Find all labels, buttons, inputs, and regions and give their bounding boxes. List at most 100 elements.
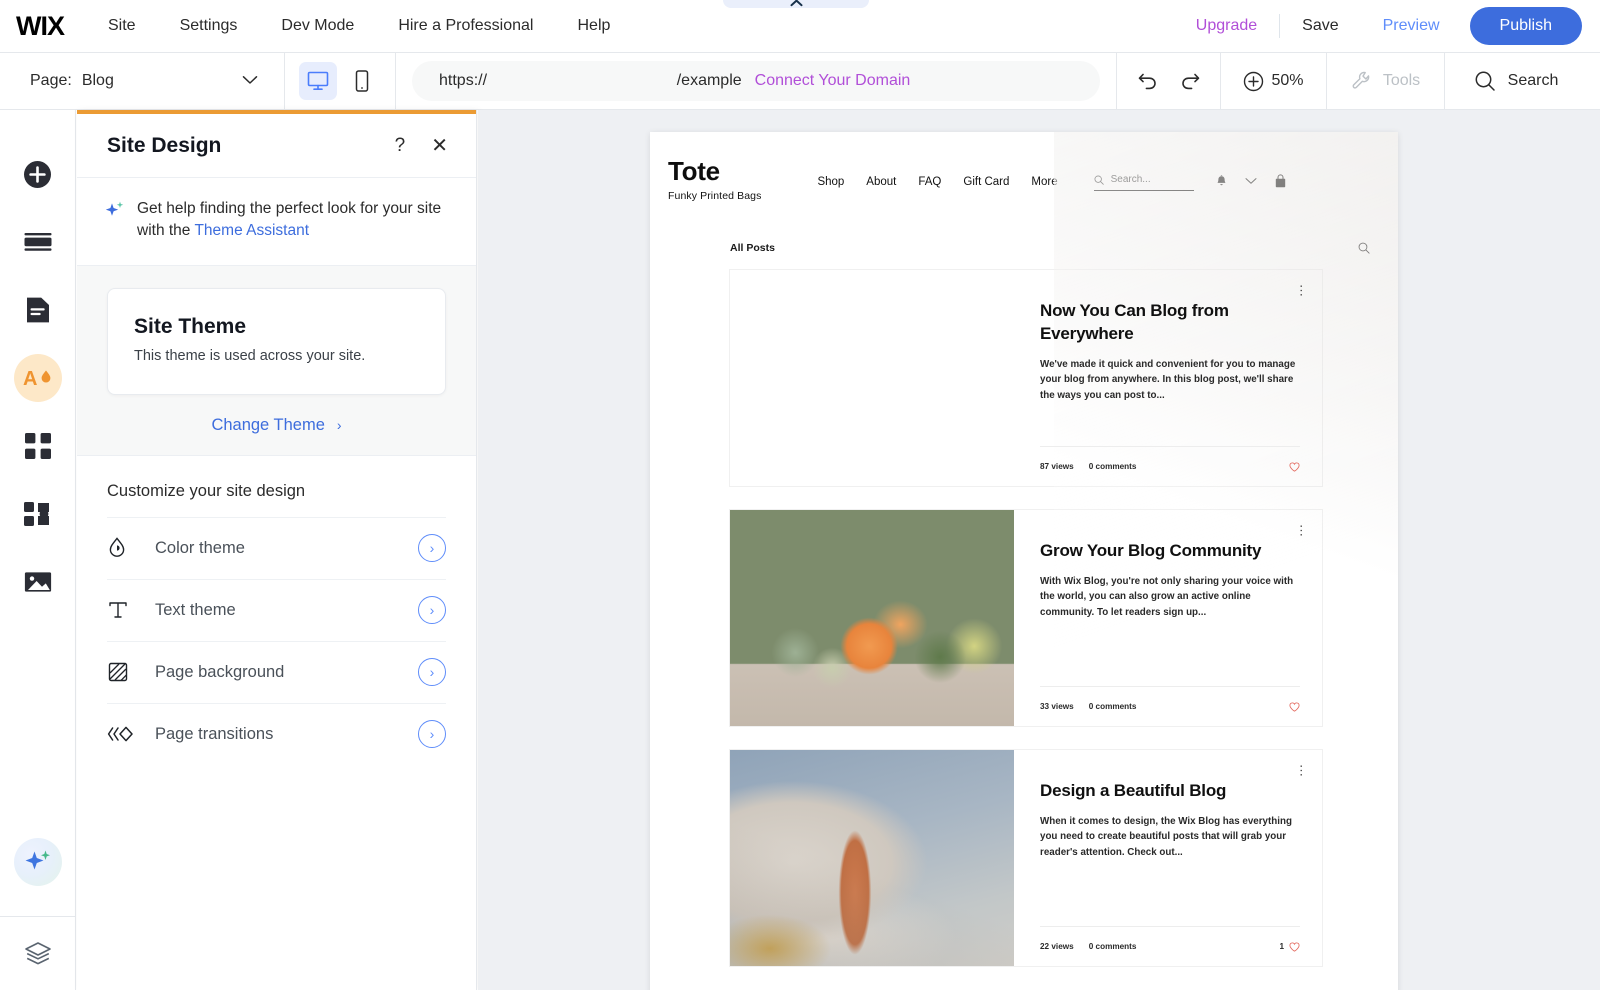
- blog-post-comments[interactable]: 0 comments: [1089, 702, 1137, 711]
- site-theme-title: Site Theme: [134, 315, 445, 339]
- sidebar-item-site-design[interactable]: A: [0, 344, 76, 412]
- save-button[interactable]: Save: [1280, 17, 1360, 35]
- page-selector-value: Blog: [82, 72, 114, 90]
- undo-button[interactable]: [1137, 71, 1159, 91]
- menu-item-dev-mode[interactable]: Dev Mode: [281, 17, 354, 35]
- zoom-in-icon: [1243, 71, 1264, 92]
- change-theme-button[interactable]: Change Theme›: [107, 416, 446, 435]
- site-preview[interactable]: Tote Funky Printed Bags Shop About FAQ G…: [650, 132, 1398, 990]
- connect-domain-link[interactable]: Connect Your Domain: [755, 72, 911, 90]
- heart-icon: [1289, 702, 1300, 712]
- preview-button[interactable]: Preview: [1361, 17, 1462, 35]
- site-url-bar[interactable]: https:// /example Connect Your Domain: [412, 61, 1100, 101]
- site-nav-item-faq[interactable]: FAQ: [918, 176, 941, 188]
- editor-search-label: Search: [1508, 72, 1559, 90]
- blog-post-excerpt: With Wix Blog, you're not only sharing y…: [1040, 574, 1300, 620]
- option-text-theme[interactable]: Text theme ›: [107, 579, 446, 641]
- option-page-transitions[interactable]: Page transitions ›: [107, 703, 446, 765]
- chevron-down-icon: [242, 72, 258, 90]
- heart-icon: [1289, 942, 1300, 952]
- blog-post-title[interactable]: Grow Your Blog Community: [1040, 540, 1300, 563]
- blog-post-card[interactable]: ⋯ Grow Your Blog Community With Wix Blog…: [730, 510, 1322, 726]
- blog-post-views: 22 views: [1040, 942, 1074, 951]
- site-nav-item-gift-card[interactable]: Gift Card: [963, 176, 1009, 188]
- site-nav-item-shop[interactable]: Shop: [817, 176, 844, 188]
- blog-post-views: 87 views: [1040, 462, 1074, 471]
- blog-post-image[interactable]: [730, 750, 1014, 966]
- menu-item-help[interactable]: Help: [577, 17, 610, 35]
- blog-post-image[interactable]: [730, 270, 1014, 486]
- viewport-toggle: [285, 53, 396, 109]
- option-color-theme[interactable]: Color theme ›: [107, 517, 446, 579]
- wix-logo[interactable]: WIX: [16, 11, 64, 42]
- mobile-view-button[interactable]: [343, 62, 381, 100]
- option-page-background[interactable]: Page background ›: [107, 641, 446, 703]
- sidebar-item-media[interactable]: [0, 548, 76, 616]
- panel-close-button[interactable]: ✕: [431, 136, 448, 156]
- site-nav: Shop About FAQ Gift Card More: [817, 176, 1057, 188]
- tools-button[interactable]: Tools: [1326, 53, 1444, 109]
- site-theme-card[interactable]: Site Theme This theme is used across you…: [107, 288, 446, 395]
- ai-assistant-button[interactable]: [14, 838, 62, 886]
- menu-item-hire-a-professional[interactable]: Hire a Professional: [398, 17, 533, 35]
- heart-icon: [1289, 462, 1300, 472]
- blog-post-excerpt: When it comes to design, the Wix Blog ha…: [1040, 814, 1300, 860]
- editor-canvas[interactable]: Tote Funky Printed Bags Shop About FAQ G…: [478, 110, 1600, 990]
- blog-post-comments[interactable]: 0 comments: [1089, 462, 1137, 471]
- customize-section-title: Customize your site design: [77, 456, 476, 517]
- more-vertical-icon[interactable]: ⋯: [1298, 284, 1304, 300]
- blog-post-like-button[interactable]: [1284, 702, 1300, 712]
- redo-button[interactable]: [1179, 71, 1201, 91]
- blog-post-title[interactable]: Now You Can Blog from Everywhere: [1040, 300, 1300, 346]
- upgrade-button[interactable]: Upgrade: [1174, 17, 1279, 35]
- page-selector[interactable]: Page: Blog: [0, 53, 285, 109]
- desktop-icon: [307, 71, 329, 91]
- blog-post-title[interactable]: Design a Beautiful Blog: [1040, 780, 1300, 803]
- blog-post-like-button[interactable]: 1: [1279, 942, 1300, 952]
- puzzle-icon: [24, 501, 51, 527]
- blog-post-like-button[interactable]: [1284, 462, 1300, 472]
- sidebar-item-apps[interactable]: [0, 412, 76, 480]
- sidebar-item-my-business[interactable]: [0, 480, 76, 548]
- menu-item-site[interactable]: Site: [108, 17, 136, 35]
- theme-assistant-text: Get help finding the perfect look for yo…: [137, 198, 446, 243]
- site-brand-name: Tote: [668, 158, 761, 184]
- blog-post-comments[interactable]: 0 comments: [1089, 942, 1137, 951]
- collapse-toolbar-button[interactable]: [723, 0, 869, 8]
- blog-post-views: 33 views: [1040, 702, 1074, 711]
- top-toolbar: WIX Site Settings Dev Mode Hire a Profes…: [0, 0, 1600, 53]
- editor-toolbar: Page: Blog https:// /example Connect You…: [0, 53, 1600, 110]
- wrench-icon: [1351, 70, 1373, 92]
- panel-help-button[interactable]: ?: [395, 135, 406, 157]
- site-design-panel: Site Design ? ✕ Get help finding the per…: [77, 110, 477, 990]
- more-vertical-icon[interactable]: ⋯: [1298, 764, 1304, 780]
- sidebar-item-add-section[interactable]: [0, 208, 76, 276]
- blog-post-card[interactable]: ⋯ Design a Beautiful Blog When it comes …: [730, 750, 1322, 966]
- publish-button[interactable]: Publish: [1470, 7, 1582, 45]
- layers-button[interactable]: [0, 916, 76, 990]
- more-vertical-icon[interactable]: ⋯: [1298, 524, 1304, 540]
- sidebar-item-add-elements[interactable]: [0, 140, 76, 208]
- blog-post-like-count: 1: [1279, 942, 1284, 951]
- background-swatch-icon: [107, 661, 155, 683]
- desktop-view-button[interactable]: [299, 62, 337, 100]
- theme-assistant-link[interactable]: Theme Assistant: [194, 222, 309, 239]
- menu-item-settings[interactable]: Settings: [180, 17, 238, 35]
- plus-circle-icon: [23, 160, 52, 189]
- transitions-icon: [107, 724, 155, 744]
- top-actions: Upgrade Save Preview Publish: [1174, 7, 1600, 45]
- zoom-control[interactable]: 50%: [1220, 53, 1326, 109]
- blog-post-image[interactable]: [730, 510, 1014, 726]
- sidebar-item-pages[interactable]: [0, 276, 76, 344]
- blog-post-footer: 22 views 0 comments 1: [1040, 926, 1300, 966]
- site-theme-section: Site Theme This theme is used across you…: [77, 266, 476, 456]
- site-nav-item-about[interactable]: About: [866, 176, 896, 188]
- blog-tab-all-posts[interactable]: All Posts: [730, 242, 775, 254]
- blog-post-body: ⋯ Grow Your Blog Community With Wix Blog…: [1014, 510, 1322, 726]
- editor-search-button[interactable]: Search: [1444, 53, 1587, 109]
- site-brand[interactable]: Tote Funky Printed Bags: [668, 158, 761, 202]
- search-icon: [1474, 70, 1496, 92]
- blog-post-card[interactable]: ⋯ Now You Can Blog from Everywhere We've…: [730, 270, 1322, 486]
- zoom-value: 50%: [1271, 72, 1303, 90]
- theme-assistant-banner: Get help finding the perfect look for yo…: [77, 178, 476, 266]
